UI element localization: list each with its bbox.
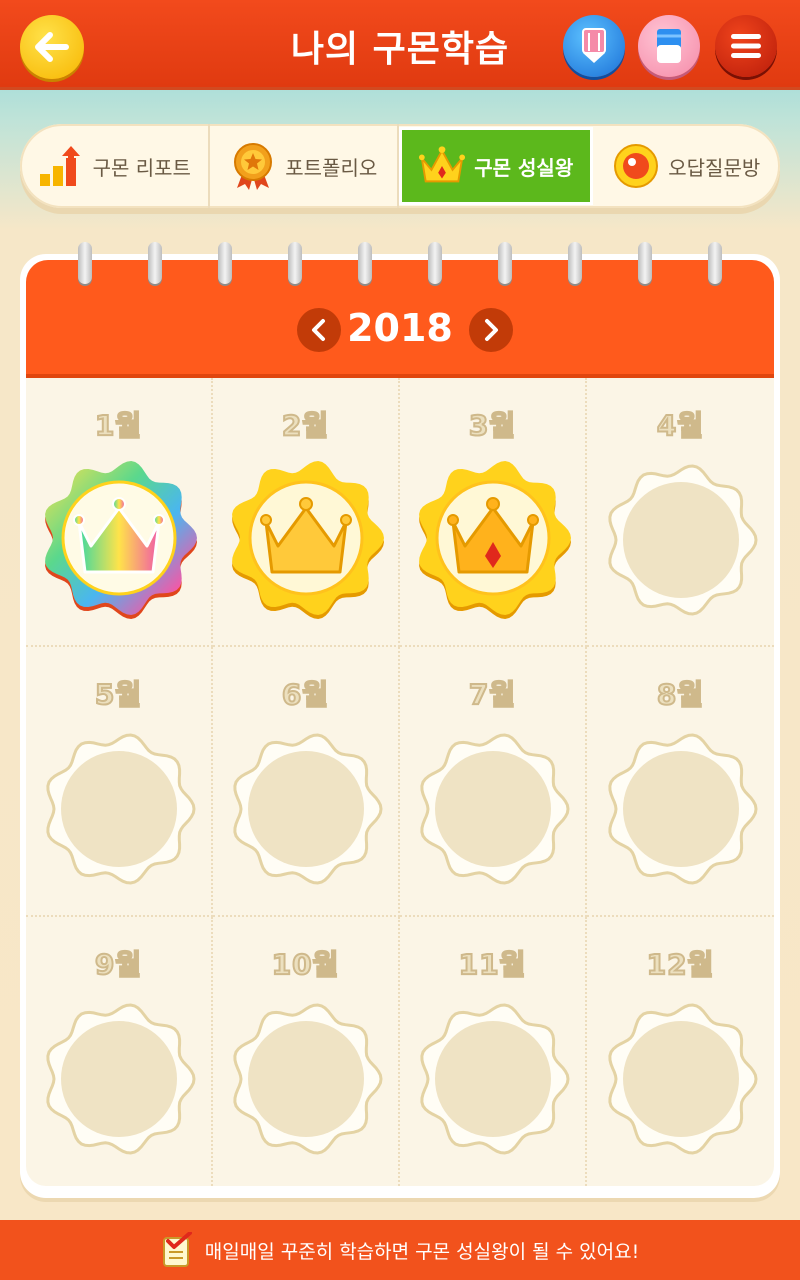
calendar-header: 2018 bbox=[26, 260, 774, 378]
month-label: 9월 bbox=[94, 947, 143, 982]
empty-badge-slot bbox=[232, 1003, 383, 1155]
empty-badge-slot bbox=[607, 464, 758, 616]
month-grid: 1월 2월 3월 4월 5월 6월 7월 8월 9월 10월 11월 12월 bbox=[26, 378, 774, 1186]
bar-chart-icon bbox=[37, 142, 85, 190]
gold-crown-badge bbox=[418, 461, 571, 619]
binder-ring bbox=[428, 242, 442, 284]
empty-badge-slot bbox=[232, 733, 383, 885]
calendar-year: 2018 bbox=[347, 306, 453, 350]
month-label: 7월 bbox=[468, 677, 517, 712]
chevron-right-icon bbox=[485, 319, 498, 341]
tab-wrong-answer-room[interactable]: 오답질문방 bbox=[593, 124, 781, 208]
binder-ring bbox=[288, 242, 302, 284]
empty-badge-slot bbox=[607, 1003, 758, 1155]
empty-badge-slot bbox=[419, 733, 570, 885]
footer-message: 매일매일 꾸준히 학습하면 구몬 성실왕이 될 수 있어요! bbox=[204, 1240, 640, 1263]
month-label: 3월 bbox=[468, 408, 517, 443]
binder-ring bbox=[358, 242, 372, 284]
tab-report-label: 구몬 리포트 bbox=[92, 155, 191, 180]
month-cell: 6월 bbox=[213, 647, 400, 917]
rainbow-crown-badge bbox=[44, 461, 197, 619]
pencil-button[interactable] bbox=[563, 15, 625, 77]
medal-icon bbox=[229, 142, 277, 190]
footer-banner: 매일매일 꾸준히 학습하면 구몬 성실왕이 될 수 있어요! bbox=[0, 1220, 800, 1280]
month-label: 10월 bbox=[271, 947, 340, 982]
tab-portfolio[interactable]: 포트폴리오 bbox=[210, 124, 399, 208]
month-cell[interactable]: 1월 bbox=[26, 378, 213, 648]
month-cell: 4월 bbox=[587, 378, 774, 648]
menu-button[interactable] bbox=[715, 15, 777, 77]
tab-sincerity-king[interactable]: 구몬 성실왕 bbox=[399, 127, 593, 205]
record-icon bbox=[612, 142, 660, 190]
crown-icon bbox=[418, 142, 466, 190]
month-cell: 8월 bbox=[587, 647, 774, 917]
month-label: 5월 bbox=[94, 677, 143, 712]
month-cell: 5월 bbox=[26, 647, 213, 917]
top-bar: 나의 구몬학습 bbox=[0, 0, 800, 90]
empty-badge-slot bbox=[419, 1003, 570, 1155]
month-label: 4월 bbox=[656, 408, 705, 443]
month-cell: 12월 bbox=[587, 917, 774, 1186]
binder-ring bbox=[78, 242, 92, 284]
binder-ring bbox=[218, 242, 232, 284]
badge-calendar: 2018 1월 2월 3월 4월 5월 6월 7월 8월 9월 10월 11월 … bbox=[20, 242, 780, 1198]
binder-ring bbox=[148, 242, 162, 284]
month-cell: 10월 bbox=[213, 916, 400, 1186]
month-label: 11월 bbox=[458, 947, 527, 982]
binder-ring bbox=[638, 242, 652, 284]
month-label: 12월 bbox=[646, 947, 715, 982]
binder-ring bbox=[498, 242, 512, 284]
month-cell[interactable]: 3월 bbox=[400, 378, 587, 648]
tab-wrong-answer-room-label: 오답질문방 bbox=[668, 155, 761, 180]
empty-badge-slot bbox=[45, 733, 196, 885]
tab-report[interactable]: 구몬 리포트 bbox=[20, 124, 210, 208]
binder-ring bbox=[708, 242, 722, 284]
next-year-button[interactable] bbox=[469, 308, 513, 352]
eraser-icon bbox=[657, 29, 681, 63]
tab-bar: 구몬 리포트 포트폴리오 구몬 성실왕 오답질문방 bbox=[20, 124, 780, 208]
month-label: 2월 bbox=[281, 408, 330, 443]
binder-ring bbox=[568, 242, 582, 284]
empty-badge-slot bbox=[45, 1003, 196, 1155]
month-cell: 9월 bbox=[26, 916, 213, 1186]
month-label: 8월 bbox=[656, 677, 705, 712]
gold-crown-badge bbox=[231, 461, 384, 619]
eraser-button[interactable] bbox=[638, 15, 700, 77]
empty-badge-slot bbox=[607, 733, 758, 885]
checklist-icon bbox=[162, 1232, 192, 1267]
month-label: 6월 bbox=[281, 677, 330, 712]
tab-sincerity-king-label: 구몬 성실왕 bbox=[474, 155, 574, 180]
month-cell: 11월 bbox=[400, 916, 587, 1186]
tab-portfolio-label: 포트폴리오 bbox=[285, 155, 378, 180]
month-label: 1월 bbox=[94, 408, 143, 443]
month-cell: 7월 bbox=[400, 647, 587, 917]
pencil-icon bbox=[582, 28, 606, 63]
month-cell[interactable]: 2월 bbox=[213, 378, 400, 648]
hamburger-menu-icon bbox=[731, 34, 761, 58]
